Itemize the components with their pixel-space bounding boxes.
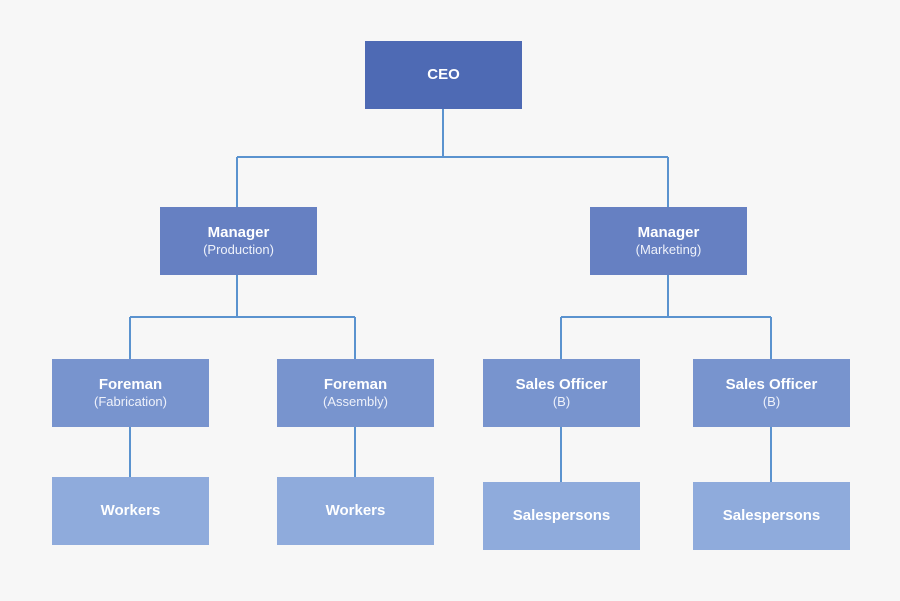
node-subtitle: (Assembly) — [322, 394, 388, 409]
node-title: Salespersons — [722, 507, 821, 524]
connector-production-foremen — [129, 275, 356, 359]
connector-marketing-officers — [560, 275, 772, 359]
node-title: Foreman — [98, 376, 163, 393]
node-subtitle: (Fabrication) — [94, 394, 167, 409]
node-workers-2: Workers — [277, 477, 434, 545]
node-foreman-assembly: Foreman (Assembly) — [277, 359, 434, 427]
connector-ceo-managers — [236, 108, 669, 207]
node-subtitle: (B) — [552, 394, 571, 409]
node-salespersons-2: Salespersons — [693, 482, 850, 550]
node-subtitle: (Marketing) — [635, 242, 702, 257]
node-sales-officer-1: Sales Officer (B) — [483, 359, 640, 427]
node-title: Sales Officer — [725, 376, 818, 393]
node-workers-1: Workers — [52, 477, 209, 545]
node-manager-production: Manager (Production) — [160, 207, 317, 275]
node-title: Workers — [100, 502, 161, 519]
node-title: CEO — [427, 66, 460, 83]
node-foreman-fabrication: Foreman (Fabrication) — [52, 359, 209, 427]
node-sales-officer-2: Sales Officer (B) — [693, 359, 850, 427]
node-title: Foreman — [323, 376, 388, 393]
node-manager-marketing: Manager (Marketing) — [590, 207, 747, 275]
node-title: Sales Officer — [515, 376, 608, 393]
node-title: Salespersons — [512, 507, 611, 524]
node-title: Manager — [637, 224, 700, 241]
node-subtitle: (B) — [762, 394, 781, 409]
node-title: Workers — [325, 502, 386, 519]
node-subtitle: (Production) — [203, 242, 274, 257]
node-salespersons-1: Salespersons — [483, 482, 640, 550]
node-ceo: CEO — [365, 41, 522, 109]
node-title: Manager — [207, 224, 270, 241]
